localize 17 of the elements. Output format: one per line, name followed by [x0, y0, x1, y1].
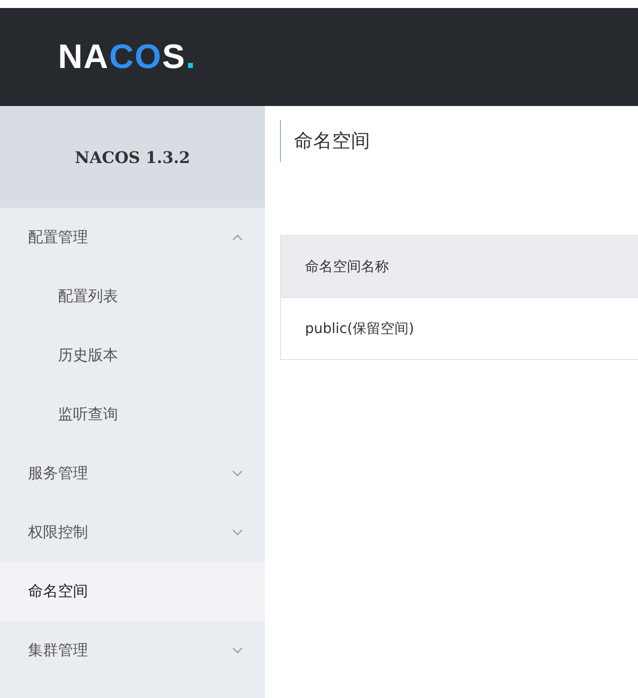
version-label: NACOS 1.3.2	[0, 106, 265, 208]
menu-item[interactable]: 命名空间	[0, 562, 265, 621]
chevron-down-icon	[232, 529, 243, 536]
chevron-down-icon	[232, 470, 243, 477]
table-cell-text: public(保留空间)	[304, 320, 416, 338]
page-title: 命名空间	[280, 120, 638, 162]
nacos-logo: NACOS.	[58, 38, 196, 76]
menu-item[interactable]: 配置管理	[0, 208, 265, 267]
chevron-up-icon	[232, 234, 243, 241]
menu-item[interactable]: 服务管理	[0, 444, 265, 503]
menu-item[interactable]: 权限控制	[0, 503, 265, 562]
submenu-item[interactable]: 监听查询	[0, 385, 265, 444]
submenu-item[interactable]: 历史版本	[0, 326, 265, 385]
menu-item[interactable]: 集群管理	[0, 621, 265, 680]
chevron-down-icon	[232, 647, 243, 654]
submenu-item[interactable]: 配置列表	[0, 267, 265, 326]
column-header: 命名空间名称	[281, 236, 638, 298]
